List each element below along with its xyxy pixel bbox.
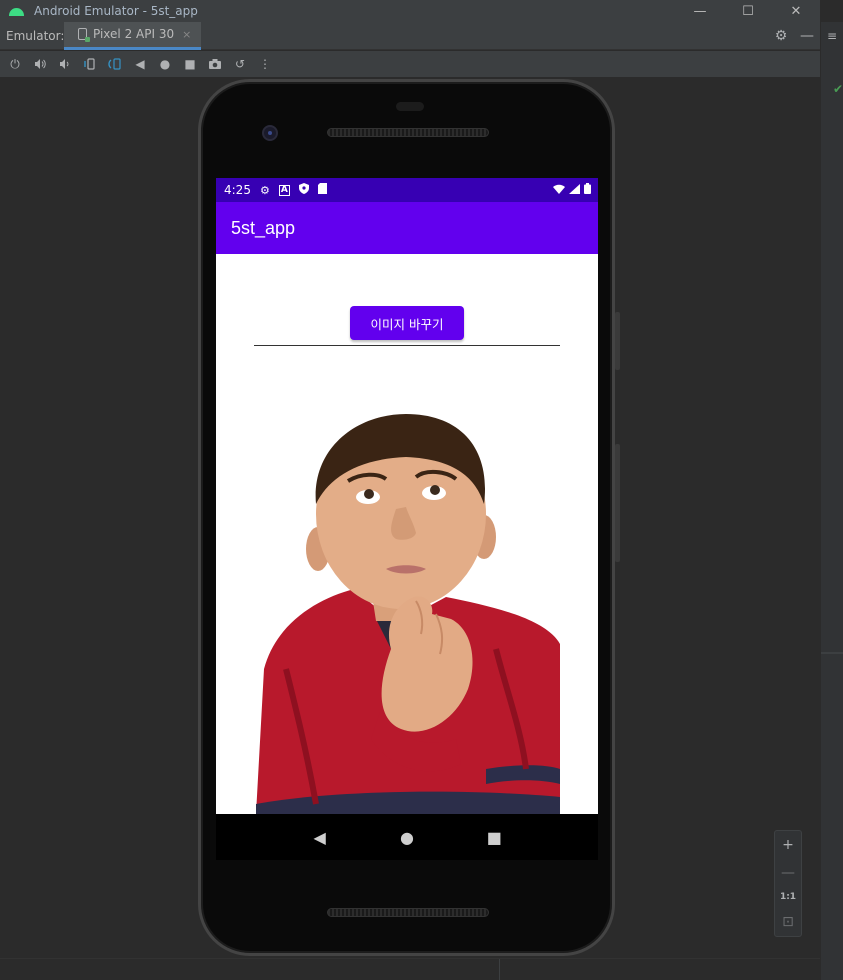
rotate-left-icon[interactable]: [78, 52, 102, 76]
overview-icon[interactable]: ■: [178, 52, 202, 76]
android-icon: [8, 5, 26, 17]
app-content: 이미지 바꾸기: [216, 254, 598, 814]
volume-up-icon[interactable]: [28, 52, 52, 76]
earpiece: [396, 102, 424, 111]
bottom-speaker: [327, 908, 489, 917]
android-status-bar: 4:25 ⚙ A: [216, 178, 598, 202]
boy-thinking-image: [256, 414, 560, 814]
volume-down-icon[interactable]: [53, 52, 77, 76]
tab-close-icon[interactable]: ×: [182, 28, 191, 41]
camera-icon[interactable]: [203, 52, 227, 76]
nav-back-button[interactable]: ◀: [309, 828, 331, 847]
phone-screen: 4:25 ⚙ A 5st_app 이미지 바꾸기: [216, 178, 598, 814]
hide-panel-icon[interactable]: —: [794, 28, 820, 44]
emulator-tab-bar: Emulator: Pixel 2 API 30 × ⚙ —: [0, 21, 820, 50]
fit-screen-button[interactable]: ⊡: [782, 914, 794, 930]
settings-gear-icon[interactable]: ⚙: [768, 28, 794, 44]
gear-icon: ⚙: [259, 183, 270, 197]
sd-card-icon: [317, 183, 327, 197]
close-button[interactable]: ✕: [772, 0, 820, 22]
back-icon[interactable]: ◀: [128, 52, 152, 76]
nav-home-button[interactable]: ●: [396, 828, 418, 847]
maximize-button[interactable]: ☐: [724, 0, 772, 22]
bottom-status-bar: [0, 958, 820, 980]
minimize-button[interactable]: —: [676, 0, 724, 22]
structure-icon[interactable]: ≡: [827, 29, 837, 43]
right-tool-strip: ≡ ✔: [820, 22, 843, 980]
volume-key[interactable]: [615, 444, 620, 562]
emulator-label: Emulator:: [6, 28, 65, 43]
window-title-bar: Android Emulator - 5st_app — ☐ ✕: [0, 0, 820, 22]
phone-frame: 4:25 ⚙ A 5st_app 이미지 바꾸기 ◀ ● ■: [198, 79, 620, 956]
tab-label: Pixel 2 API 30: [93, 27, 175, 41]
front-camera: [262, 125, 278, 141]
actual-size-button[interactable]: 1:1: [780, 892, 796, 902]
divider-line: [254, 345, 560, 346]
a-icon: A: [278, 184, 290, 196]
battery-icon: [584, 183, 591, 197]
app-toolbar: 5st_app: [216, 202, 598, 254]
rotate-right-icon[interactable]: [103, 52, 127, 76]
window-title: Android Emulator - 5st_app: [34, 4, 198, 18]
android-nav-bar: ◀ ● ■: [216, 814, 598, 860]
power-icon[interactable]: ⏻: [3, 52, 27, 76]
emulator-toolbar: ⏻ ◀ ● ■ ↺ ⋮: [0, 51, 820, 77]
more-icon[interactable]: ⋮: [253, 52, 277, 76]
power-key[interactable]: [615, 312, 620, 370]
status-time: 4:25: [224, 183, 251, 197]
divider: [499, 959, 500, 980]
wifi-icon: [553, 184, 565, 197]
change-image-button[interactable]: 이미지 바꾸기: [350, 306, 464, 340]
shield-icon: [298, 183, 309, 197]
signal-icon: [569, 183, 580, 197]
snapshot-icon[interactable]: ↺: [228, 52, 252, 76]
app-title: 5st_app: [231, 217, 296, 238]
check-icon: ✔: [833, 82, 843, 96]
zoom-in-button[interactable]: +: [782, 837, 794, 853]
tab-pixel-2-api-30[interactable]: Pixel 2 API 30 ×: [64, 21, 202, 50]
nav-recents-button[interactable]: ■: [483, 828, 505, 847]
zoom-out-button[interactable]: —: [781, 865, 795, 881]
device-icon: [78, 28, 90, 42]
divider: [821, 652, 843, 654]
top-speaker: [327, 128, 489, 137]
zoom-controls: + — 1:1 ⊡: [774, 830, 802, 937]
home-icon[interactable]: ●: [153, 52, 177, 76]
